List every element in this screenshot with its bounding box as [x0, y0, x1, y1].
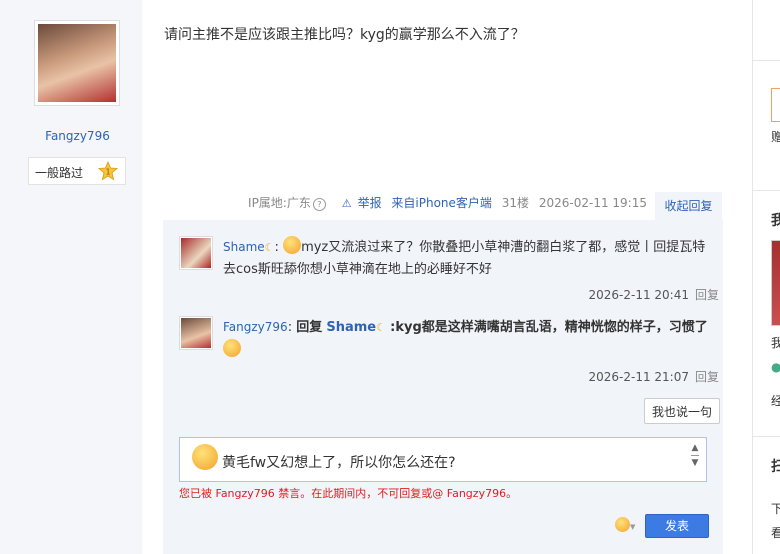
help-icon[interactable]: ? — [312, 198, 326, 211]
report-link[interactable]: ⚠ 举报 — [336, 196, 382, 210]
emoji-picker-button[interactable]: ▼ — [615, 517, 641, 535]
sub-replies-box: Shame☾: myz又流浪过来了？你散叠把小草神漕的翻白浆了都，感觉丨回提瓦特… — [163, 220, 723, 554]
author-avatar[interactable] — [34, 20, 120, 106]
sidebar-text: 看 — [771, 526, 780, 540]
editor-text: 黄毛fw又幻想上了，所以你怎么还在? — [222, 455, 456, 471]
level-name: 一般路过 — [35, 166, 84, 180]
divider — [753, 436, 780, 437]
sidebar-text: 经 — [771, 394, 780, 408]
reply-button[interactable]: 回复 — [695, 288, 719, 302]
post-main: 请问主推不是应该跟主推比吗？kyg的赢学那么不入流了？ IP属地:广东? ⚠ 举报… — [142, 0, 752, 554]
send-button[interactable]: 发表 — [645, 514, 709, 538]
sub-reply: Fangzy796: 回复 Shame☾ :kyg都是这样满嘴胡言乱语，精神恍惚… — [179, 316, 719, 386]
post-time: 2026-02-11 19:15 — [538, 196, 647, 210]
svg-text:1: 1 — [105, 168, 110, 177]
sub-reply: Shame☾: myz又流浪过来了？你散叠把小草神漕的翻白浆了都，感觉丨回提瓦特… — [179, 236, 719, 306]
sidebar-text: 我 — [771, 336, 780, 350]
reply-username[interactable]: Fangzy796 — [223, 320, 288, 334]
divider — [753, 60, 780, 61]
source-link[interactable]: 来自iPhone客户端 — [391, 196, 492, 210]
divider — [753, 190, 780, 191]
level-badge[interactable]: 一般路过 1 — [28, 157, 126, 185]
reply-content: Fangzy796: 回复 Shame☾ :kyg都是这样满嘴胡言乱语，精神恍惚… — [223, 316, 718, 362]
sidebar-heading: 扫 — [771, 459, 780, 475]
level-star-icon: 1 — [98, 161, 118, 181]
avatar-image — [38, 24, 116, 102]
say-something-button[interactable]: 我也说一句 — [644, 398, 720, 424]
editor-scrollbar[interactable]: ▲ ▼ — [690, 442, 700, 478]
sidebar-text: 下 — [771, 502, 780, 516]
tongue-emoji-icon — [192, 444, 218, 470]
floor-number: 31楼 — [501, 196, 530, 210]
moon-icon: ☾ — [376, 321, 387, 334]
collapse-replies-button[interactable]: 收起回复 — [655, 192, 722, 220]
reply-meta: 2026-2-11 21:07 回复 — [588, 370, 719, 384]
ip-location: IP属地:广东 — [248, 196, 311, 210]
sidebar-text: 赠 — [771, 130, 780, 144]
smile-emoji-icon — [283, 236, 302, 254]
sidebar-heading: 我 — [771, 213, 780, 229]
post-meta: IP属地:广东? ⚠ 举报 来自iPhone客户端 31楼 2026-02-11 … — [142, 194, 647, 216]
reply-content: Shame☾: myz又流浪过来了？你散叠把小草神漕的翻白浆了都，感觉丨回提瓦特… — [223, 236, 718, 281]
reply-username[interactable]: Shame — [223, 240, 265, 254]
user-icon: ● — [771, 360, 780, 374]
right-sidebar: 赠 我 我 ● 经 扫 下 看 — [752, 0, 780, 554]
embarrassed-emoji-icon — [223, 339, 241, 357]
reply-button[interactable]: 回复 — [695, 370, 719, 384]
moon-icon: ☾ — [264, 241, 275, 254]
reply-editor[interactable]: 黄毛fw又幻想上了，所以你怎么还在? ▲ ▼ — [179, 437, 707, 482]
post-content: 请问主推不是应该跟主推比吗？kyg的赢学那么不入流了？ — [164, 27, 525, 43]
emoji-icon — [615, 517, 630, 532]
sidebar-image[interactable] — [771, 240, 780, 326]
chevron-down-icon: ▼ — [630, 523, 636, 531]
author-column: Fangzy796 一般路过 1 — [0, 0, 142, 554]
reply-avatar[interactable] — [179, 316, 213, 350]
warning-icon: ⚠ — [341, 197, 352, 210]
reply-target[interactable]: Shame — [326, 320, 376, 335]
reply-avatar[interactable] — [179, 236, 213, 270]
author-username[interactable]: Fangzy796 — [0, 129, 155, 143]
reply-meta: 2026-2-11 20:41 回复 — [588, 288, 719, 302]
sidebar-box[interactable] — [771, 88, 780, 122]
ban-notice: 您已被 Fangzy796 禁言。在此期间内，不可回复或@ Fangzy796。 — [179, 487, 518, 500]
